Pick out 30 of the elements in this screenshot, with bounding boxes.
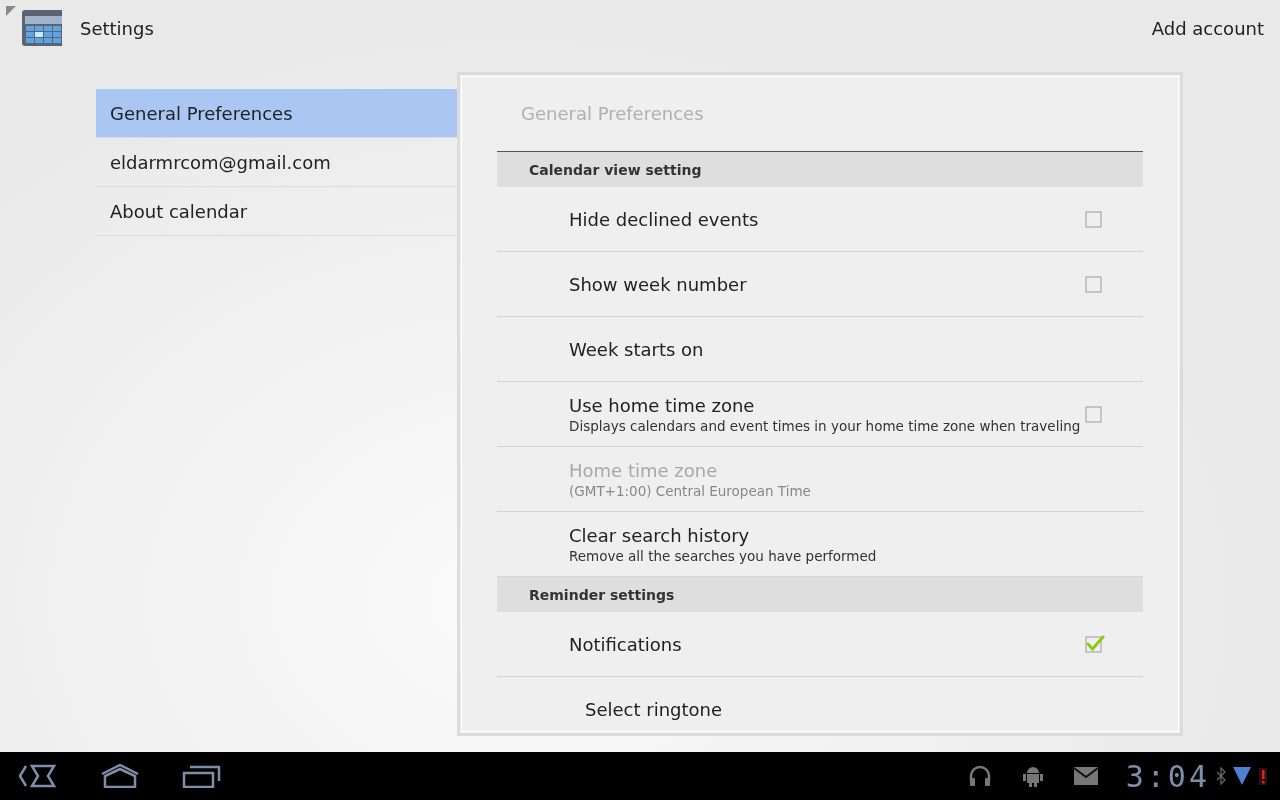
preference-title[interactable]: Clear search history <box>569 524 1105 546</box>
back-icon[interactable] <box>18 764 58 788</box>
mail-icon[interactable] <box>1073 767 1098 785</box>
clock[interactable]: 3:04 <box>1125 758 1210 794</box>
preference-summary: Displays calendars and event times in your home time zone when traveling <box>569 417 1082 434</box>
preference-title[interactable]: Show week number <box>569 273 1085 295</box>
recent-apps-icon[interactable] <box>182 764 222 788</box>
calendar-app-icon[interactable] <box>6 6 62 48</box>
preference-summary: (GMT+1:00) Central European Time <box>569 482 812 499</box>
checkbox[interactable] <box>1085 275 1105 293</box>
wifi-signal-icon <box>1232 766 1252 786</box>
preference-title[interactable]: Notifications <box>569 633 1085 655</box>
checkbox[interactable] <box>1085 405 1105 423</box>
app-title: Settings <box>80 17 154 39</box>
section-header: Calendar view setting <box>497 152 1143 187</box>
preference-summary: Remove all the searches you have performed <box>569 547 878 564</box>
battery-alert-icon <box>1258 766 1268 786</box>
home-icon[interactable] <box>100 764 140 788</box>
sidebar-item[interactable]: General Preferences <box>96 89 458 138</box>
preference-title[interactable]: Hide declined events <box>569 208 1085 230</box>
preference-title[interactable]: Select ringtone <box>585 699 1105 720</box>
bluetooth-icon <box>1216 766 1226 786</box>
section-header: Reminder settings <box>497 577 1143 612</box>
checkbox[interactable] <box>1085 210 1105 228</box>
preference-title[interactable]: Use home time zone <box>569 394 1085 416</box>
add-account-button[interactable]: Add account <box>1151 17 1264 39</box>
android-icon[interactable] <box>1021 765 1044 787</box>
preference-title[interactable]: Week starts on <box>569 338 1105 360</box>
headphones-icon[interactable] <box>967 765 992 787</box>
checkbox[interactable] <box>1085 635 1105 653</box>
